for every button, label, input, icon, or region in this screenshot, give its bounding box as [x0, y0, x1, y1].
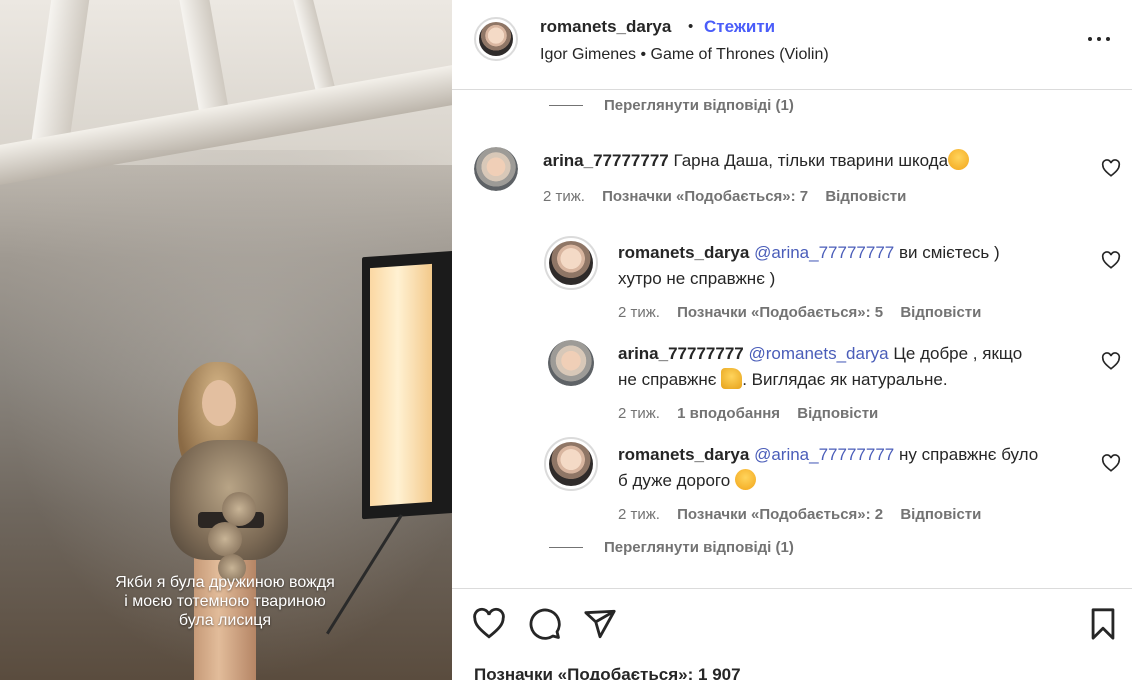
like-comment-heart-icon[interactable] [1101, 454, 1121, 472]
comment-username[interactable]: romanets_darya [618, 243, 749, 262]
reply-button[interactable]: Відповісти [900, 304, 981, 321]
action-bar: Позначки «Подобається»: 1 907 [452, 588, 1132, 680]
comment-text-continued: хутро не справжнє ) [618, 269, 776, 288]
audio-track[interactable]: Igor Gimenes • Game of Thrones (Violin) [540, 46, 829, 64]
post-panel: romanets_darya • Стежити Igor Gimenes • … [452, 0, 1132, 680]
comment-time[interactable]: 2 тиж. [618, 506, 660, 523]
reply-button[interactable]: Відповісти [900, 506, 981, 523]
comment-body: arina_77777777 Гарна Даша, тільки тварин… [543, 148, 1083, 174]
view-replies-label: Переглянути відповіді (1) [604, 539, 794, 556]
comment-username[interactable]: arina_77777777 [618, 344, 744, 363]
reply-button[interactable]: Відповісти [797, 405, 878, 422]
fur-pompom [208, 522, 242, 556]
comment-time[interactable]: 2 тиж. [543, 188, 585, 205]
follow-button[interactable]: Стежити [704, 17, 775, 37]
comment-time[interactable]: 2 тиж. [618, 304, 660, 321]
comment-text-continued: б дуже дорого [618, 471, 731, 490]
like-comment-heart-icon[interactable] [1101, 159, 1121, 177]
avatar-image [549, 442, 593, 486]
dot [1097, 37, 1101, 41]
comment-text: ви смієтесь ) [898, 243, 1000, 262]
comment-body: romanets_darya @arina_77777777 ну справж… [618, 442, 1078, 494]
avatar-image [548, 340, 594, 386]
separator-dot: • [688, 18, 694, 35]
comment-line: romanets_darya @arina_77777777 ну справж… [618, 442, 1078, 468]
comments-list[interactable]: Переглянути відповіді (1) arina_77777777… [452, 91, 1132, 587]
comment-likes[interactable]: Позначки «Подобається»: 7 [602, 188, 808, 205]
comment-time[interactable]: 2 тиж. [618, 405, 660, 422]
comment-line: не справжнє . Виглядає як натуральне. [618, 367, 1078, 393]
comment-likes[interactable]: 1 вподобання [677, 405, 780, 422]
replies-divider [549, 547, 583, 548]
heart-icon[interactable] [472, 607, 506, 641]
author-avatar[interactable] [474, 17, 518, 61]
commenter-avatar[interactable] [474, 147, 518, 191]
laughing-emoji-icon [734, 469, 756, 490]
comment-username[interactable]: arina_77777777 [543, 151, 669, 170]
comment-body: arina_77777777 @romanets_darya Це добре … [618, 341, 1078, 393]
softbox-light [370, 263, 432, 507]
replies-divider [549, 105, 583, 106]
caption-line: Якби я була дружиною вождя [115, 574, 335, 591]
model-face [202, 380, 236, 426]
pensive-emoji-icon [948, 149, 970, 170]
comment-meta: 2 тиж. Позначки «Подобається»: 5 Відпові… [618, 304, 994, 321]
like-comment-heart-icon[interactable] [1101, 251, 1121, 269]
post-likes-count[interactable]: Позначки «Подобається»: 1 907 [474, 665, 741, 680]
commenter-avatar[interactable] [544, 437, 598, 491]
comment-text-end: . Виглядає як натуральне. [742, 370, 948, 389]
post-header: romanets_darya • Стежити Igor Gimenes • … [452, 0, 1132, 90]
comment-likes[interactable]: Позначки «Подобається»: 5 [677, 304, 883, 321]
avatar-image [479, 22, 513, 56]
comment-meta: 2 тиж. Позначки «Подобається»: 2 Відпові… [618, 506, 994, 523]
bookmark-icon[interactable] [1086, 607, 1120, 641]
caption-line: була лисиця [178, 612, 272, 629]
avatar-image [474, 147, 518, 191]
comment-text: Гарна Даша, тільки тварини шкода [673, 151, 949, 170]
commenter-avatar[interactable] [544, 236, 598, 290]
comment-icon[interactable] [528, 607, 562, 641]
avatar-image [549, 241, 593, 285]
comment-meta: 2 тиж. Позначки «Подобається»: 7 Відпові… [543, 188, 919, 205]
comment-likes[interactable]: Позначки «Подобається»: 2 [677, 506, 883, 523]
comment-line: arina_77777777 @romanets_darya Це добре … [618, 341, 1078, 367]
comment-line: б дуже дорого [618, 468, 1078, 494]
share-icon[interactable] [583, 607, 617, 641]
comment-mention[interactable]: @arina_77777777 [754, 243, 894, 262]
media-caption: Якби я була дружиною вождя і моєю тотемн… [60, 573, 390, 630]
comment-text-continued: не справжнє [618, 370, 717, 389]
comment-text: Це добре , якщо [893, 344, 1023, 363]
fur-pompom [222, 492, 256, 526]
comment-meta: 2 тиж. 1 вподобання Відповісти [618, 405, 891, 422]
commenter-avatar[interactable] [548, 340, 594, 386]
reply-button[interactable]: Відповісти [825, 188, 906, 205]
view-replies-label: Переглянути відповіді (1) [604, 97, 794, 114]
author-username[interactable]: romanets_darya [540, 17, 671, 37]
comment-body: romanets_darya @arina_77777777 ви смієте… [618, 240, 1078, 292]
model-figure [168, 362, 288, 680]
comment-username[interactable]: romanets_darya [618, 445, 749, 464]
dot [1106, 37, 1110, 41]
comment-line: romanets_darya @arina_77777777 ви смієте… [618, 240, 1078, 266]
comment-text: ну справжнє було [898, 445, 1039, 464]
caption-line: і моєю тотемною твариною [124, 593, 326, 610]
post-media[interactable]: Якби я була дружиною вождя і моєю тотемн… [0, 0, 452, 680]
more-options-icon[interactable] [1088, 29, 1112, 49]
comment-mention[interactable]: @arina_77777777 [754, 445, 894, 464]
thumbs-up-emoji-icon [721, 368, 743, 389]
like-comment-heart-icon[interactable] [1101, 352, 1121, 370]
comment-mention[interactable]: @romanets_darya [748, 344, 888, 363]
dot [1088, 37, 1092, 41]
